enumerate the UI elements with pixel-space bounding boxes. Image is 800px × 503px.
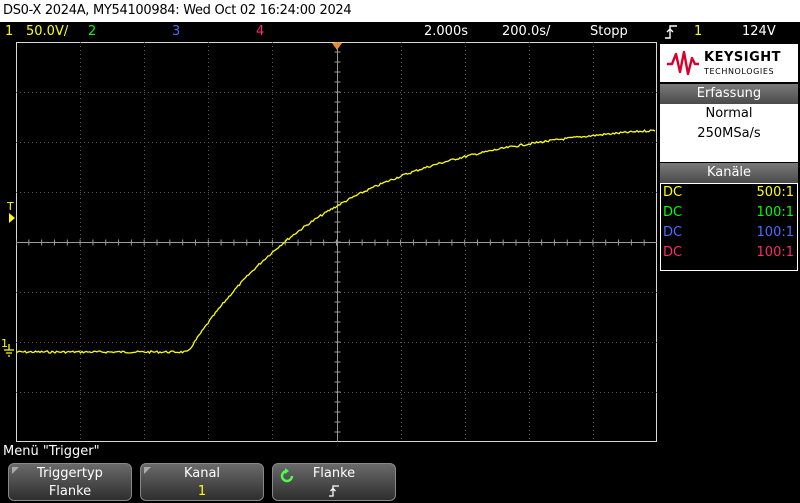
trigger-level: 124V xyxy=(742,24,776,39)
brand-sub: TECHNOLOGIES xyxy=(704,67,775,76)
softkey-channel[interactable]: Kanal 1 xyxy=(140,463,264,501)
ch1-number[interactable]: 1 xyxy=(5,22,13,42)
softkey-trigger-type[interactable]: Triggertyp Flanke xyxy=(8,463,132,501)
ch3-probe: 100:1 xyxy=(756,225,794,240)
info-panel: KEYSIGHT TECHNOLOGIES Erfassung Normal 2… xyxy=(658,42,800,442)
rising-edge-icon xyxy=(664,24,678,40)
channel-row-1[interactable]: DC 500:1 xyxy=(660,183,798,203)
graticule xyxy=(15,41,657,442)
trigger-source: 1 xyxy=(694,24,703,39)
window-title: DS0-X 2024A, MY54100984: Wed Oct 02 16:2… xyxy=(0,0,800,22)
ch2-coupling: DC xyxy=(663,205,683,220)
ground-icon[interactable] xyxy=(3,343,15,362)
ch1-probe: 500:1 xyxy=(756,185,794,200)
brand-logo: KEYSIGHT TECHNOLOGIES xyxy=(660,44,798,82)
brand-name: KEYSIGHT xyxy=(704,50,781,65)
ch3-coupling: DC xyxy=(663,225,683,240)
status-bar: 1 50.0V/ 2 3 4 2.000s 200.0s/ Stopp 1 12… xyxy=(0,22,800,42)
waveform-display xyxy=(15,41,657,442)
acquisition-mode: Normal xyxy=(705,106,753,121)
ch2-number[interactable]: 2 xyxy=(88,22,96,42)
softkey-trigger-type-value: Flanke xyxy=(48,484,92,499)
trigger-level-marker[interactable] xyxy=(9,213,15,223)
ch1-scale[interactable]: 50.0V/ xyxy=(26,22,68,42)
ch3-number[interactable]: 3 xyxy=(172,22,180,42)
acquisition-header: Erfassung xyxy=(660,84,798,104)
trigger-level-label: T xyxy=(7,200,14,213)
acquisition-box: Normal 250MSa/s xyxy=(660,104,798,162)
run-state: Stopp xyxy=(590,24,628,39)
softkey-channel-label: Kanal xyxy=(183,466,221,481)
rising-edge-icon xyxy=(273,484,395,502)
time-delay[interactable]: 2.000s xyxy=(424,22,468,42)
ch2-probe: 100:1 xyxy=(756,205,794,220)
ch1-coupling: DC xyxy=(663,185,683,200)
softkey-channel-value: 1 xyxy=(197,484,207,499)
softkey-slope-label: Flanke xyxy=(312,466,356,481)
time-scale[interactable]: 200.0s/ xyxy=(502,22,550,42)
ch4-coupling: DC xyxy=(663,245,683,260)
channel-row-4[interactable]: DC 100:1 xyxy=(660,243,798,263)
channel-row-3[interactable]: DC 100:1 xyxy=(660,223,798,243)
menu-title: Menü "Trigger" xyxy=(3,444,100,459)
softkey-slope[interactable]: Flanke xyxy=(272,463,396,501)
keysight-wave-icon xyxy=(667,50,699,76)
softkey-trigger-type-label: Triggertyp xyxy=(37,466,103,481)
ch4-probe: 100:1 xyxy=(756,245,794,260)
channel-row-2[interactable]: DC 100:1 xyxy=(660,203,798,223)
channels-header: Kanäle xyxy=(660,163,798,183)
ch4-number[interactable]: 4 xyxy=(256,22,264,42)
sample-rate: 250MSa/s xyxy=(697,126,761,141)
